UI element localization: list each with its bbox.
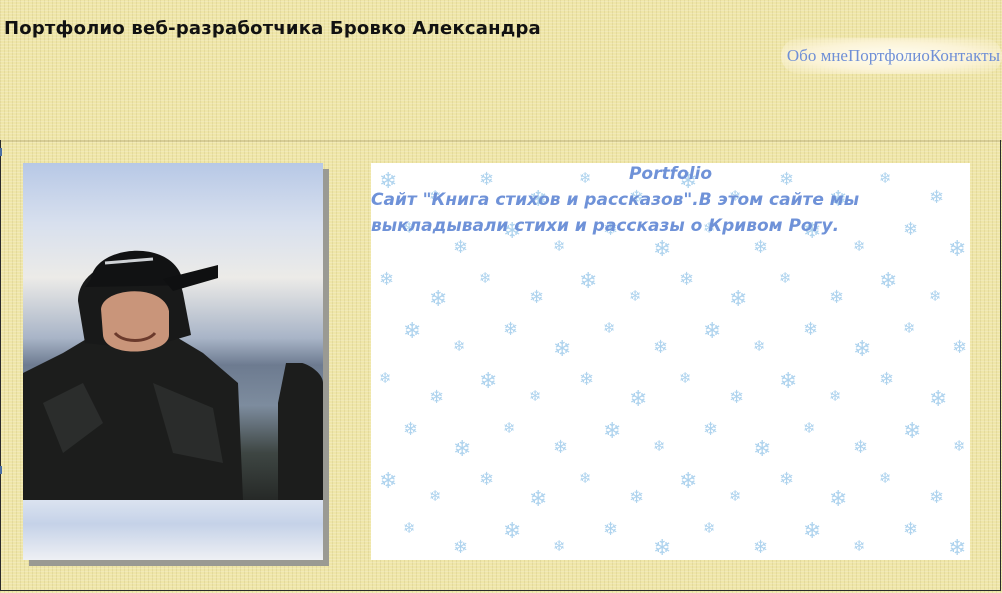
snowflake-icon: ❄ bbox=[653, 337, 669, 358]
snowflake-icon: ❄ bbox=[403, 419, 419, 440]
portfolio-heading: Portfolio bbox=[628, 164, 713, 184]
site-header: Портфолио веб-разработчика Бровко Алекса… bbox=[0, 0, 1002, 140]
snowflake-icon: ❄ bbox=[679, 369, 692, 387]
snowflake-icon: ❄ bbox=[603, 519, 619, 540]
snowflake-icon: ❄ bbox=[952, 337, 968, 358]
snowflake-icon: ❄ bbox=[453, 537, 469, 558]
snowflake-icon: ❄ bbox=[703, 419, 719, 440]
snowflake-icon: ❄ bbox=[729, 487, 742, 505]
snowflake-icon: ❄ bbox=[629, 387, 648, 412]
person-image-partial bbox=[278, 363, 323, 500]
snowflake-icon: ❄ bbox=[503, 419, 516, 437]
frame-marker bbox=[0, 466, 2, 474]
snowflake-icon: ❄ bbox=[379, 469, 398, 494]
snowflake-icon: ❄ bbox=[553, 537, 566, 555]
snowflake-icon: ❄ bbox=[753, 537, 769, 558]
snowflake-icon: ❄ bbox=[803, 319, 819, 340]
snowflake-icon: ❄ bbox=[579, 469, 592, 487]
snowflake-icon: ❄ bbox=[903, 519, 919, 540]
snowflake-icon: ❄ bbox=[479, 269, 492, 287]
snowflake-icon: ❄ bbox=[479, 369, 498, 394]
snowflake-icon: ❄ bbox=[879, 269, 898, 294]
snowflake-icon: ❄ bbox=[753, 237, 769, 258]
snowflake-icon: ❄ bbox=[829, 387, 842, 405]
person-image bbox=[23, 250, 243, 500]
snowflake-icon: ❄ bbox=[679, 269, 695, 290]
snowflake-icon: ❄ bbox=[948, 536, 967, 560]
snowflake-icon: ❄ bbox=[829, 287, 845, 308]
snowflake-icon: ❄ bbox=[479, 469, 495, 490]
snowflake-icon: ❄ bbox=[853, 237, 866, 255]
snowflake-icon: ❄ bbox=[503, 519, 522, 544]
snowflake-icon: ❄ bbox=[879, 469, 892, 487]
snowflake-icon: ❄ bbox=[553, 337, 572, 362]
snowflake-icon: ❄ bbox=[379, 269, 395, 290]
snowflake-icon: ❄ bbox=[853, 437, 869, 458]
snowflake-icon: ❄ bbox=[853, 537, 866, 555]
photo-tile-bottom bbox=[23, 500, 278, 560]
snowflake-icon: ❄ bbox=[779, 369, 798, 394]
snowflake-icon: ❄ bbox=[703, 519, 716, 537]
snowflake-icon: ❄ bbox=[429, 387, 445, 408]
snowflake-icon: ❄ bbox=[379, 369, 392, 387]
snowflake-icon: ❄ bbox=[429, 287, 448, 312]
snowflake-icon: ❄ bbox=[529, 387, 542, 405]
snowflake-icon: ❄ bbox=[503, 319, 519, 340]
snowflake-icon: ❄ bbox=[803, 419, 816, 437]
portfolio-description: Сайт "Книга стихов и рассказов".В этом с… bbox=[371, 190, 860, 236]
snowflake-icon: ❄ bbox=[429, 487, 442, 505]
snowflake-icon: ❄ bbox=[679, 469, 698, 494]
frame-marker bbox=[0, 148, 2, 156]
snowflake-icon: ❄ bbox=[779, 269, 792, 287]
snowflake-icon: ❄ bbox=[929, 287, 942, 305]
snowflake-icon: ❄ bbox=[779, 469, 795, 490]
snowflake-icon: ❄ bbox=[629, 487, 645, 508]
photo-tile-main bbox=[23, 163, 278, 500]
snowflake-icon: ❄ bbox=[579, 269, 598, 294]
snowflake-icon: ❄ bbox=[629, 287, 642, 305]
snowflake-icon: ❄ bbox=[803, 519, 822, 544]
nav-link-about[interactable]: Обо мне bbox=[787, 46, 848, 66]
snowflake-icon: ❄ bbox=[653, 437, 666, 455]
snowflake-icon: ❄ bbox=[948, 237, 967, 262]
snowflake-icon: ❄ bbox=[403, 519, 416, 537]
nav-link-portfolio[interactable]: Портфолио bbox=[848, 46, 930, 66]
site-title: Портфолио веб-разработчика Бровко Алекса… bbox=[4, 18, 541, 39]
snowflake-icon: ❄ bbox=[453, 437, 472, 462]
snowflake-icon: ❄ bbox=[553, 437, 569, 458]
snowflake-icon: ❄ bbox=[929, 387, 948, 412]
snowflake-icon: ❄ bbox=[453, 337, 466, 355]
snowflake-icon: ❄ bbox=[753, 437, 772, 462]
nav-link-contacts[interactable]: Контакты bbox=[930, 46, 1000, 66]
snowflake-icon: ❄ bbox=[903, 319, 916, 337]
profile-photo bbox=[23, 163, 323, 560]
snowflake-icon: ❄ bbox=[603, 419, 622, 444]
snowflake-icon: ❄ bbox=[403, 319, 422, 344]
snowflake-icon: ❄ bbox=[829, 487, 848, 512]
snowflake-icon: ❄ bbox=[653, 237, 672, 262]
snowflake-icon: ❄ bbox=[853, 337, 872, 362]
snowflake-icon: ❄ bbox=[603, 319, 616, 337]
snowflake-icon: ❄ bbox=[579, 369, 595, 390]
snowflake-icon: ❄ bbox=[953, 437, 966, 455]
photo-tile-corner bbox=[278, 500, 323, 560]
snowflake-icon: ❄ bbox=[903, 419, 922, 444]
photo-tile-right bbox=[278, 163, 323, 500]
snowflake-icon: ❄ bbox=[529, 287, 545, 308]
portfolio-panel: ❄ ❄ ❄ ❄ ❄ ❄ ❄ ❄ ❄ ❄ ❄ ❄ ❄ ❄ ❄ ❄ ❄ ❄ ❄ ❄ ❄ ❄ ❄ ❄ ❄ ❄ ❄ ❄ ❄ ❄ ❄ ❄ ❄ ❄ ❄ ❄ ❄ ❄ ❄ ❄… bbox=[371, 163, 970, 560]
snowflake-icon: ❄ bbox=[529, 487, 548, 512]
snowflake-icon: ❄ bbox=[753, 337, 766, 355]
snowflake-icon: ❄ bbox=[653, 536, 672, 560]
main-nav: Обо мне Портфолио Контакты bbox=[780, 38, 1002, 74]
snowflake-icon: ❄ bbox=[929, 487, 945, 508]
snowflake-icon: ❄ bbox=[553, 237, 566, 255]
snowflake-icon: ❄ bbox=[729, 387, 745, 408]
snowflake-icon: ❄ bbox=[453, 237, 469, 258]
snowflake-icon: ❄ bbox=[703, 319, 722, 344]
snowflake-icon: ❄ bbox=[929, 187, 945, 208]
snowflake-icon: ❄ bbox=[729, 287, 748, 312]
snowflake-icon: ❄ bbox=[879, 369, 895, 390]
